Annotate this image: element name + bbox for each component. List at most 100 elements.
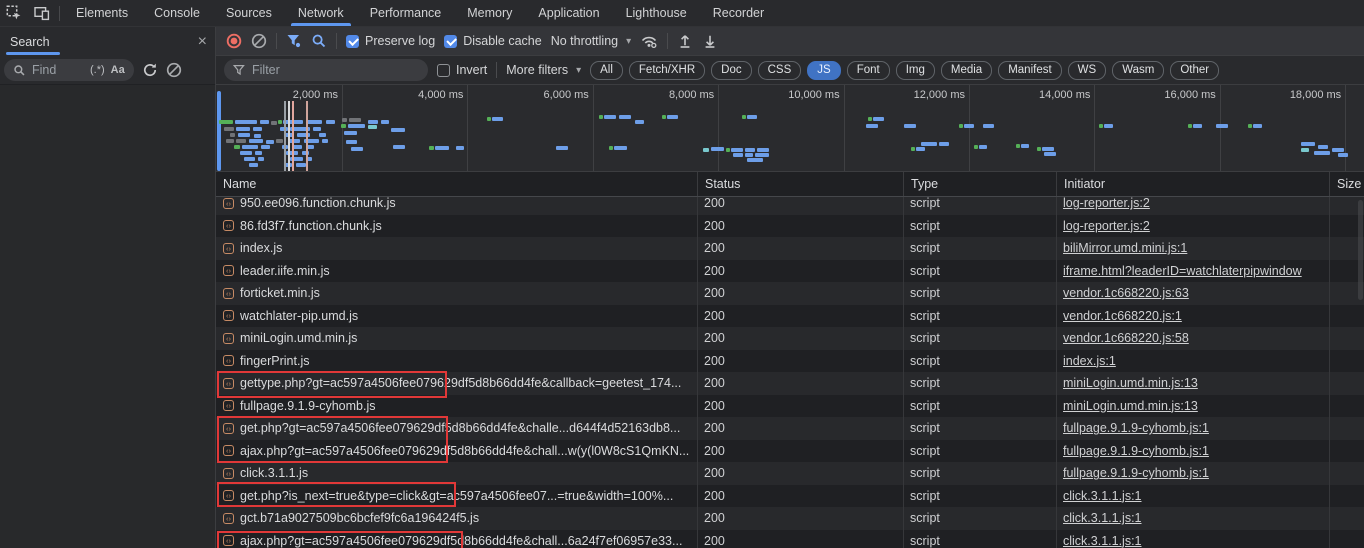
column-header-name[interactable]: Name xyxy=(216,172,697,196)
column-header-initiator[interactable]: Initiator xyxy=(1056,172,1329,196)
tab-lighthouse[interactable]: Lighthouse xyxy=(613,0,700,26)
table-row[interactable]: 950.ee096.function.chunk.js 200 script log-… xyxy=(216,197,1364,215)
waterfall-bar xyxy=(1021,144,1029,148)
regex-toggle[interactable]: (.*) xyxy=(90,64,105,76)
tab-console[interactable]: Console xyxy=(141,0,213,26)
table-row[interactable]: gettype.php?gt=ac597a4506fee079629df5d8b… xyxy=(216,372,1364,395)
tab-elements[interactable]: Elements xyxy=(63,0,141,26)
tab-recorder[interactable]: Recorder xyxy=(700,0,777,26)
tab-application[interactable]: Application xyxy=(525,0,612,26)
preserve-log-toggle[interactable]: Preserve log xyxy=(346,34,435,48)
initiator-link[interactable]: log-reporter.js:2 xyxy=(1063,197,1150,210)
initiator-link[interactable]: fullpage.9.1.9-cyhomb.js:1 xyxy=(1063,421,1209,435)
filter-chip-css[interactable]: CSS xyxy=(757,60,802,80)
table-row[interactable]: index.js 200 script biliMirror.umd.mini.js:… xyxy=(216,237,1364,260)
table-row[interactable]: fingerPrint.js 200 script index.js:1 xyxy=(216,349,1364,372)
table-scrollbar-thumb[interactable] xyxy=(1358,200,1363,300)
overview-canvas[interactable]: 2,000 ms 4,000 ms 6,000 ms 8,000 ms 10,000 m… xyxy=(216,85,1364,172)
size-cell xyxy=(1329,305,1364,328)
match-case-toggle[interactable]: Aa xyxy=(111,64,125,76)
filter-input[interactable] xyxy=(252,63,392,77)
waterfall-bar xyxy=(288,139,300,143)
device-toolbar-button[interactable] xyxy=(28,0,56,26)
tab-memory[interactable]: Memory xyxy=(454,0,525,26)
overview-tick-label: 6,000 ms xyxy=(543,89,589,101)
tab-performance[interactable]: Performance xyxy=(357,0,455,26)
initiator-link[interactable]: miniLogin.umd.min.js:13 xyxy=(1063,376,1198,390)
overview-event-line xyxy=(284,101,286,171)
initiator-link[interactable]: iframe.html?leaderID=watchlaterpipwindow xyxy=(1063,264,1302,278)
initiator-link[interactable]: vendor.1c668220.js:58 xyxy=(1063,331,1189,345)
search-network-button[interactable] xyxy=(311,33,327,49)
overview-left-grip[interactable] xyxy=(217,91,221,171)
waterfall-bar xyxy=(348,124,365,128)
table-row[interactable]: get.php?is_next=true&type=click&gt=ac597… xyxy=(216,484,1364,507)
initiator-link[interactable]: log-reporter.js:2 xyxy=(1063,219,1150,233)
more-filters-dropdown[interactable]: More filters ▾ xyxy=(506,63,581,77)
import-har-button[interactable] xyxy=(677,33,693,49)
column-header-status[interactable]: Status xyxy=(697,172,903,196)
inspect-element-button[interactable] xyxy=(0,0,28,26)
filter-chip-font[interactable]: Font xyxy=(846,60,890,80)
export-har-button[interactable] xyxy=(702,33,718,49)
initiator-link[interactable]: click.3.1.1.js:1 xyxy=(1063,511,1142,525)
record-network-log-button[interactable] xyxy=(226,33,242,49)
network-filter-bar: Invert More filters ▾ AllFetch/XHRDocCSS… xyxy=(216,56,1364,85)
waterfall-bar xyxy=(1253,124,1262,128)
column-header-type[interactable]: Type xyxy=(903,172,1056,196)
status-cell: 200 xyxy=(704,398,725,413)
close-icon[interactable]: × xyxy=(198,33,207,50)
throttling-select[interactable]: No throttling ▾ xyxy=(551,34,631,48)
script-file-icon xyxy=(223,467,234,479)
initiator-link[interactable]: fullpage.9.1.9-cyhomb.js:1 xyxy=(1063,444,1209,458)
waterfall-bar xyxy=(556,146,568,150)
initiator-link[interactable]: index.js:1 xyxy=(1063,354,1116,368)
tab-network[interactable]: Network xyxy=(285,0,357,26)
filter-chip-doc[interactable]: Doc xyxy=(711,60,752,80)
table-row[interactable]: click.3.1.1.js 200 script fullpage.9.1.9-cy… xyxy=(216,462,1364,485)
network-conditions-button[interactable] xyxy=(640,33,658,49)
invert-filter-toggle[interactable]: Invert xyxy=(437,63,487,77)
table-row[interactable]: get.php?gt=ac597a4506fee079629df5d8b66dd… xyxy=(216,417,1364,440)
table-row[interactable]: miniLogin.umd.min.js 200 script vendor.1c66… xyxy=(216,327,1364,350)
waterfall-bar xyxy=(319,133,326,137)
table-row[interactable]: gct.b71a9027509bc6bcfef9fc6a196424f5.js 2… xyxy=(216,507,1364,530)
column-header-size[interactable]: Size xyxy=(1329,172,1364,196)
initiator-link[interactable]: biliMirror.umd.mini.js:1 xyxy=(1063,241,1187,255)
filter-chip-other[interactable]: Other xyxy=(1170,60,1220,80)
clear-network-log-button[interactable] xyxy=(251,33,267,49)
filter-chip-img[interactable]: Img xyxy=(895,60,935,80)
filter-chip-all[interactable]: All xyxy=(590,60,623,80)
table-row[interactable]: forticket.min.js 200 script vendor.1c668220… xyxy=(216,282,1364,305)
table-row[interactable]: fullpage.9.1.9-cyhomb.js 200 script miniLog… xyxy=(216,394,1364,417)
filter-chip-manifest[interactable]: Manifest xyxy=(998,60,1062,80)
filter-chip-media[interactable]: Media xyxy=(940,60,993,80)
script-file-icon xyxy=(223,220,234,232)
disable-cache-toggle[interactable]: Disable cache xyxy=(444,34,542,48)
filter-chip-ws[interactable]: WS xyxy=(1067,60,1107,80)
initiator-link[interactable]: click.3.1.1.js:1 xyxy=(1063,534,1142,548)
table-row[interactable]: ajax.php?gt=ac597a4506fee079629df5d8b66d… xyxy=(216,529,1364,548)
table-row[interactable]: ajax.php?gt=ac597a4506fee079629df5d8b66d… xyxy=(216,439,1364,462)
table-row[interactable]: leader.iife.min.js 200 script iframe.html?l… xyxy=(216,259,1364,282)
refresh-button[interactable] xyxy=(142,62,158,78)
clear-search-button[interactable] xyxy=(166,62,182,78)
find-input[interactable] xyxy=(32,63,84,77)
filter-chip-js[interactable]: JS xyxy=(807,60,841,80)
waterfall-bar xyxy=(1301,142,1315,146)
tab-sources[interactable]: Sources xyxy=(213,0,285,26)
overview-event-line xyxy=(292,101,294,171)
initiator-link[interactable]: fullpage.9.1.9-cyhomb.js:1 xyxy=(1063,466,1209,480)
filter-chip-fetch/xhr[interactable]: Fetch/XHR xyxy=(628,60,706,80)
initiator-link[interactable]: miniLogin.umd.min.js:13 xyxy=(1063,399,1198,413)
waterfall-bar xyxy=(939,142,949,146)
size-cell xyxy=(1329,462,1364,485)
initiator-link[interactable]: click.3.1.1.js:1 xyxy=(1063,489,1142,503)
filter-chip-wasm[interactable]: Wasm xyxy=(1112,60,1165,80)
initiator-link[interactable]: vendor.1c668220.js:1 xyxy=(1063,309,1182,323)
request-name: fullpage.9.1.9-cyhomb.js xyxy=(240,398,376,413)
filter-toggle-button[interactable] xyxy=(286,33,302,49)
initiator-link[interactable]: vendor.1c668220.js:63 xyxy=(1063,286,1189,300)
table-row[interactable]: 86.fd3f7.function.chunk.js 200 script log-r… xyxy=(216,214,1364,237)
table-row[interactable]: watchlater-pip.umd.js 200 script vendor.1c6… xyxy=(216,304,1364,328)
